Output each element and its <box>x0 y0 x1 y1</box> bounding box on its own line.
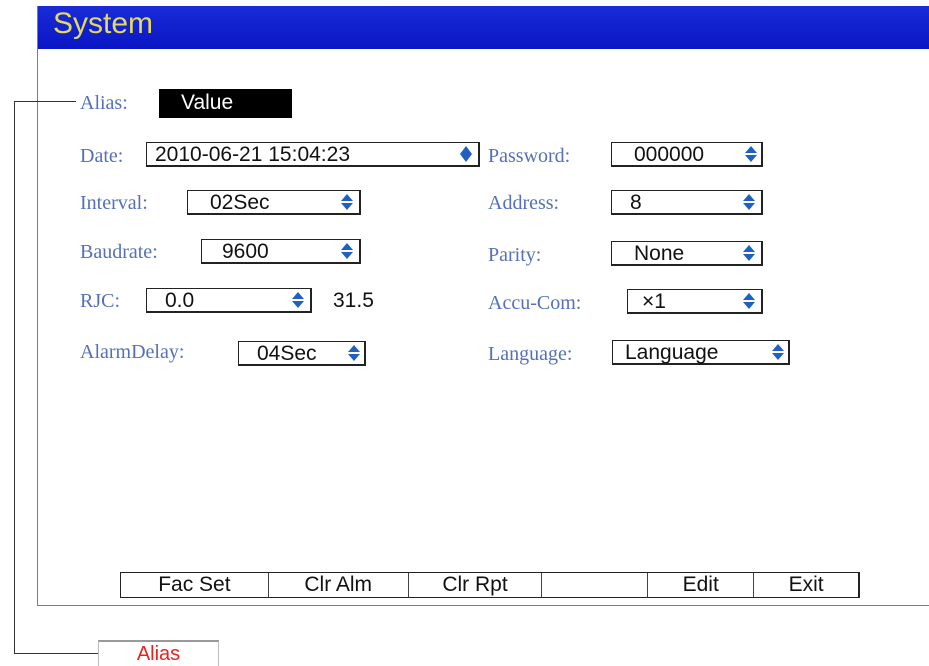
password-label: Password: <box>488 145 571 167</box>
date-label: Date: <box>80 145 124 167</box>
accu-com-value: ×1 <box>642 290 666 313</box>
rjc-reading: 31.5 <box>333 289 374 312</box>
spinner-icon[interactable] <box>745 146 757 162</box>
address-value: 8 <box>630 191 642 214</box>
spinner-icon[interactable] <box>460 146 472 162</box>
spinner-icon[interactable] <box>292 292 304 308</box>
window-title: System <box>53 7 154 40</box>
language-field[interactable]: Language <box>612 340 790 365</box>
spinner-icon[interactable] <box>348 345 360 361</box>
exit-button[interactable]: Exit <box>754 573 858 597</box>
password-value: 000000 <box>634 143 705 166</box>
interval-value: 02Sec <box>210 191 270 214</box>
address-field[interactable]: 8 <box>611 190 763 215</box>
date-field[interactable]: 2010-06-21 15:04:23 <box>146 142 480 167</box>
parity-field[interactable]: None <box>611 241 763 266</box>
callout-line <box>14 101 76 102</box>
spinner-icon[interactable] <box>743 293 755 309</box>
clr-rpt-button[interactable]: Clr Rpt <box>409 573 543 597</box>
callout-line <box>14 101 15 654</box>
alias-tab-label: Alias <box>136 643 181 665</box>
blank-button[interactable] <box>542 573 649 597</box>
alias-tab[interactable]: Alias <box>98 640 219 666</box>
edit-button[interactable]: Edit <box>648 573 755 597</box>
baudrate-value: 9600 <box>222 240 269 263</box>
fac-set-button[interactable]: Fac Set <box>121 573 269 597</box>
baudrate-field[interactable]: 9600 <box>201 239 361 264</box>
rjc-field[interactable]: 0.0 <box>146 288 312 313</box>
clr-alm-button[interactable]: Clr Alm <box>269 573 409 597</box>
language-value: Language <box>625 341 719 364</box>
spinner-icon[interactable] <box>772 344 784 360</box>
title-bar: System <box>38 6 929 49</box>
accu-com-label: Accu-Com: <box>488 292 582 314</box>
spinner-icon[interactable] <box>743 245 755 261</box>
accu-com-field[interactable]: ×1 <box>627 289 763 314</box>
rjc-label: RJC: <box>80 290 121 312</box>
alias-value-field[interactable]: Value <box>159 89 292 118</box>
interval-field[interactable]: 02Sec <box>187 190 361 215</box>
password-field[interactable]: 000000 <box>611 142 763 167</box>
function-toolbar: Fac Set Clr Alm Clr Rpt Edit Exit <box>120 572 860 598</box>
date-value: 2010-06-21 15:04:23 <box>155 143 350 166</box>
address-label: Address: <box>488 192 560 214</box>
interval-label: Interval: <box>80 192 148 214</box>
spinner-icon[interactable] <box>341 194 353 210</box>
spinner-icon[interactable] <box>341 243 353 259</box>
alarm-delay-value: 04Sec <box>257 342 317 365</box>
parity-label: Parity: <box>488 244 542 266</box>
baudrate-label: Baudrate: <box>80 241 158 263</box>
alias-value: Value <box>181 91 234 114</box>
language-label: Language: <box>488 343 573 365</box>
parity-value: None <box>634 242 685 265</box>
alias-label: Alias: <box>80 92 128 114</box>
callout-line <box>14 653 98 654</box>
spinner-icon[interactable] <box>743 194 755 210</box>
alarm-delay-field[interactable]: 04Sec <box>238 341 366 366</box>
rjc-value: 0.0 <box>165 289 195 312</box>
alarm-delay-label: AlarmDelay: <box>80 341 185 363</box>
